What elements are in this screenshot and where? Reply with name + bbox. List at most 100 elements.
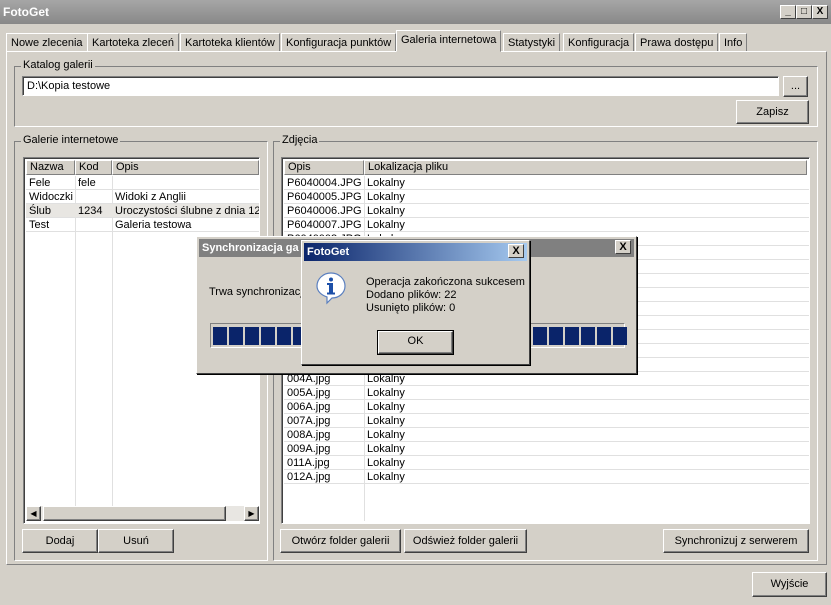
table-row[interactable]: 012A.jpg Lokalny (284, 470, 809, 484)
maximize-button[interactable]: □ (796, 5, 812, 19)
photo-name: 008A.jpg (287, 429, 331, 441)
table-row[interactable]: 007A.jpg Lokalny (284, 414, 809, 428)
photo-name: 011A.jpg (287, 457, 330, 469)
progress-segment (213, 327, 227, 345)
remove-gallery-button[interactable]: Usuń (98, 529, 174, 553)
photo-name: P6040005.JPG (287, 191, 362, 203)
message-dialog: FotoGet X Operacja zakończona sukcesem D… (301, 240, 530, 365)
close-button[interactable]: X (812, 5, 828, 19)
gallery-code: fele (78, 177, 96, 189)
gallery-code (75, 218, 112, 232)
photo-name: 007A.jpg (287, 415, 331, 427)
tab-kartoteka-zlecen[interactable]: Kartoteka zleceń (87, 33, 179, 52)
tab-konfiguracja[interactable]: Konfiguracja (563, 33, 635, 52)
refresh-gallery-folder-button[interactable]: Odśwież folder galerii (404, 529, 527, 553)
photo-location: Lokalny (367, 177, 405, 189)
column-header-nazwa[interactable]: Nazwa (26, 160, 75, 175)
window-title: FotoGet (3, 5, 49, 19)
column-header-kod[interactable]: Kod (75, 160, 112, 175)
tab-nowe-zlecenia[interactable]: Nowe zlecenia (6, 33, 88, 52)
table-row[interactable]: P6040004.JPG Lokalny (284, 176, 809, 190)
photo-name: P6040004.JPG (287, 177, 362, 189)
photo-location: Lokalny (367, 471, 405, 483)
photos-group-label: Zdjęcia (280, 134, 320, 146)
minimize-button[interactable]: _ (780, 5, 796, 19)
scroll-left-icon[interactable]: ◀ (26, 506, 41, 521)
table-row[interactable]: P6040007.JPG Lokalny (284, 218, 809, 232)
horizontal-scrollbar[interactable]: ◀ ▶ (26, 506, 259, 521)
table-row[interactable]: Test Galeria testowa (26, 218, 259, 232)
gallery-name: Test (29, 219, 50, 231)
table-row[interactable]: 006A.jpg Lokalny (284, 400, 809, 414)
gallery-description (112, 176, 259, 190)
table-row[interactable]: P6040006.JPG Lokalny (284, 204, 809, 218)
table-row[interactable]: 008A.jpg Lokalny (284, 428, 809, 442)
info-icon (315, 271, 347, 305)
gallery-description: Uroczystości ślubne z dnia 12. (115, 205, 259, 217)
gallery-description: Widoki z Anglii (115, 191, 186, 203)
tab-prawa-dostepu[interactable]: Prawa dostępu (635, 33, 719, 52)
table-row[interactable]: Ślub 1234 Uroczystości ślubne z dnia 12. (26, 204, 259, 218)
progress-segment (533, 327, 547, 345)
table-row[interactable]: 004A.jpg Lokalny (284, 372, 809, 386)
message-text: Operacja zakończona sukcesem Dodano plik… (366, 276, 525, 315)
progress-segment (261, 327, 275, 345)
table-row[interactable]: P6040005.JPG Lokalny (284, 190, 809, 204)
table-row[interactable]: 011A.jpg Lokalny (284, 456, 809, 470)
catalog-path-input[interactable]: D:\Kopia testowe (22, 76, 779, 96)
photo-name: 012A.jpg (287, 471, 331, 483)
table-row[interactable]: 005A.jpg Lokalny (284, 386, 809, 400)
gallery-code (75, 190, 112, 204)
gallery-name: Fele (29, 177, 51, 189)
table-row[interactable]: Fele fele (26, 176, 259, 190)
window-titlebar: FotoGet _ □ X (0, 0, 831, 24)
table-row[interactable]: Widoczki Widoki z Anglii (26, 190, 259, 204)
table-row[interactable]: 009A.jpg Lokalny (284, 442, 809, 456)
column-header-opis[interactable]: Opis (284, 160, 364, 175)
scroll-right-icon[interactable]: ▶ (244, 506, 259, 521)
gallery-code: 1234 (78, 205, 103, 217)
tab-statystyki[interactable]: Statystyki (503, 33, 561, 52)
photo-name: P6040006.JPG (287, 205, 362, 217)
sync-with-server-button[interactable]: Synchronizuj z serwerem (663, 529, 809, 553)
tab-info[interactable]: Info (719, 33, 748, 52)
tab-konfiguracja-punktow[interactable]: Konfiguracja punktów (281, 33, 397, 52)
column-header-lokalizacja[interactable]: Lokalizacja pliku (364, 160, 807, 175)
progress-segment (229, 327, 243, 345)
save-button[interactable]: Zapisz (736, 100, 809, 124)
column-header-opis[interactable]: Opis (112, 160, 259, 175)
photo-name: P6040007.JPG (287, 219, 362, 231)
galleries-group-label: Galerie internetowe (21, 134, 121, 146)
photo-name: 005A.jpg (287, 387, 331, 399)
open-gallery-folder-button[interactable]: Otwórz folder galerii (280, 529, 401, 553)
sync-dialog-close-icon[interactable]: X (615, 240, 631, 254)
tab-kartoteka-klientow[interactable]: Kartoteka klientów (180, 33, 280, 52)
message-line-1: Operacja zakończona sukcesem (366, 276, 525, 288)
ok-button[interactable]: OK (377, 330, 454, 355)
message-dialog-title: FotoGet (304, 243, 527, 261)
add-gallery-button[interactable]: Dodaj (22, 529, 98, 553)
photo-location: Lokalny (367, 415, 405, 427)
message-close-icon[interactable]: X (508, 244, 524, 258)
sync-status-text: Trwa synchronizacj (209, 286, 303, 298)
exit-button[interactable]: Wyjście (752, 572, 827, 597)
photo-location: Lokalny (367, 387, 405, 399)
photo-name: 006A.jpg (287, 401, 331, 413)
progress-segment (277, 327, 291, 345)
message-line-2: Dodano plików: 22 (366, 289, 457, 301)
photo-location: Lokalny (367, 373, 405, 385)
browse-button[interactable]: ... (783, 76, 808, 97)
scrollbar-thumb[interactable] (43, 506, 226, 521)
gallery-description: Galeria testowa (115, 219, 192, 231)
photo-location: Lokalny (367, 219, 405, 231)
progress-segment (565, 327, 579, 345)
photo-location: Lokalny (367, 457, 405, 469)
tab-galeria-internetowa[interactable]: Galeria internetowa (396, 30, 502, 52)
photo-location: Lokalny (367, 401, 405, 413)
photo-location: Lokalny (367, 443, 405, 455)
progress-segment (549, 327, 563, 345)
progress-segment (581, 327, 595, 345)
photo-location: Lokalny (367, 429, 405, 441)
progress-segment (597, 327, 611, 345)
photo-location: Lokalny (367, 191, 405, 203)
